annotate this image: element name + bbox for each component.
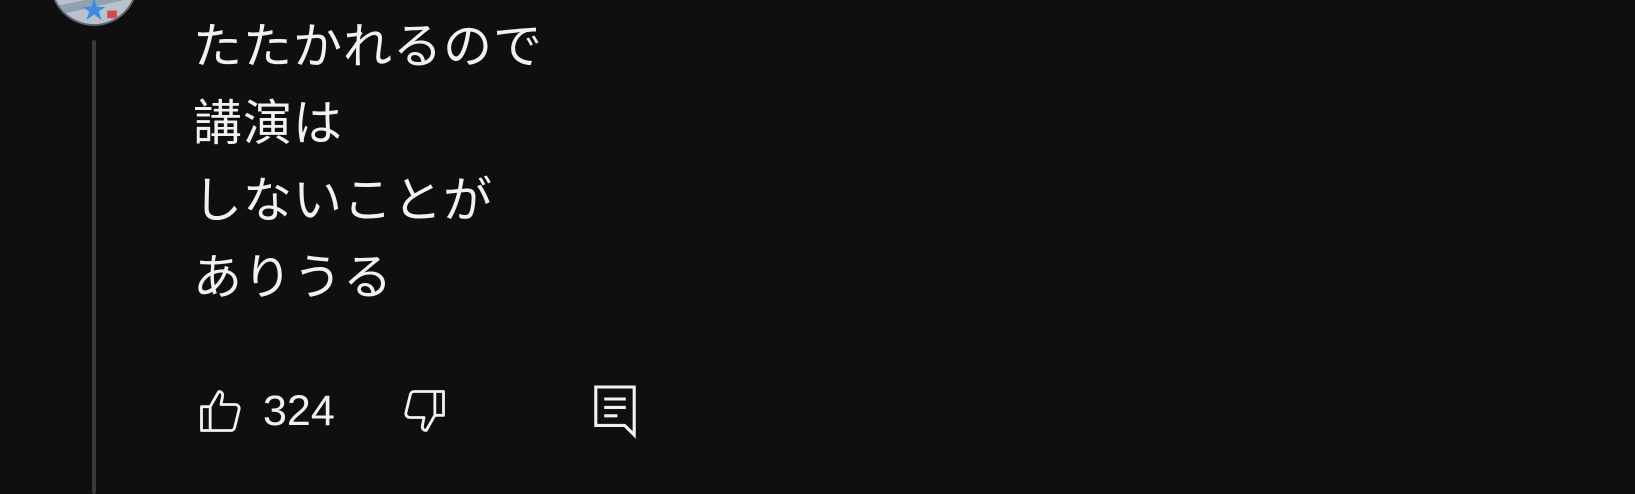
comment-body: たたかれるので 講演は しないことが ありうる [193, 8, 543, 316]
reply-button[interactable] [590, 380, 640, 442]
comment-text-line: ありうる [193, 249, 394, 306]
like-count: 324 [263, 386, 335, 435]
reply-comment-icon [593, 385, 636, 439]
comment-text-line: しないことが [193, 172, 494, 229]
thumbs-down-icon [404, 390, 445, 432]
comment-thread-view: たたかれるので 講演は しないことが ありうる 324 [0, 0, 1635, 494]
thumbs-up-icon [200, 390, 241, 432]
comment-text-line: たたかれるので [193, 18, 544, 75]
dislike-button[interactable] [395, 382, 453, 440]
avatar-image [52, 0, 136, 24]
avatar[interactable] [50, 0, 138, 26]
comment-text-line: 講演は [193, 95, 344, 152]
reply-thread-line [92, 40, 96, 494]
like-button[interactable] [193, 383, 249, 439]
comment-action-bar: 324 [193, 380, 640, 442]
